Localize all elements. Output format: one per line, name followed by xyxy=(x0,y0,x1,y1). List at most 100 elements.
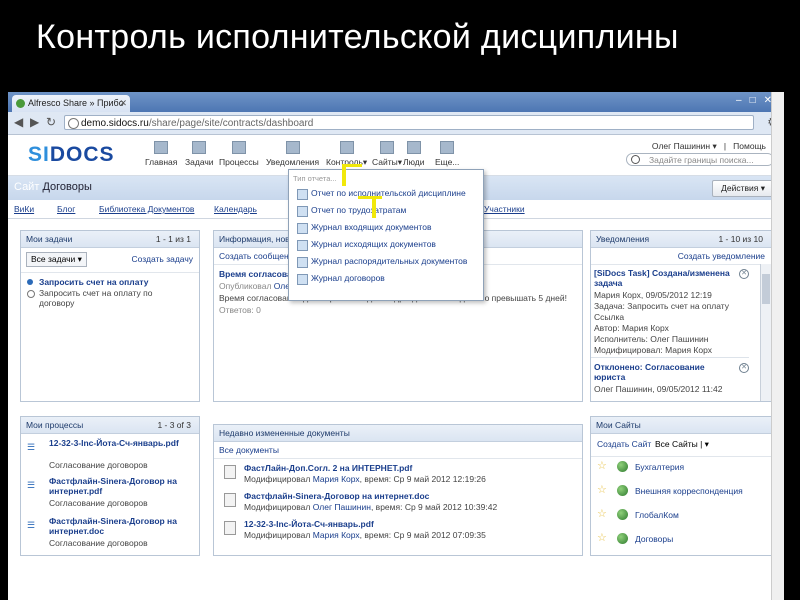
notification-1-meta: Мария Корх, 09/05/2012 12:19 xyxy=(594,290,712,300)
nav-sites[interactable]: Сайты▾ xyxy=(372,141,402,168)
processes-icon xyxy=(231,141,246,154)
url-input[interactable]: demo.sidocs.ru/share/page/site/contracts… xyxy=(64,115,754,130)
notification-1-title[interactable]: [SiDocs Task] Создана/изменена задача xyxy=(594,268,734,288)
notification-1-link[interactable]: Ссылка xyxy=(594,312,624,322)
sites-icon xyxy=(380,141,394,154)
process-icon: ☰ xyxy=(27,520,36,530)
process-link[interactable]: Фастфлайн-Sinera-Договор на интернет.pdf xyxy=(49,476,179,496)
site-link[interactable]: ГлобалКом xyxy=(635,510,679,520)
info-title: Информация, нов xyxy=(219,234,290,244)
notification-1-task: Задача: Запросить счет на оплату xyxy=(594,301,729,311)
home-icon xyxy=(154,141,169,154)
journal-contracts[interactable]: Журнал договоров xyxy=(297,273,385,285)
task-title-link[interactable]: Запросить счет на оплату xyxy=(39,277,149,287)
nav-processes[interactable]: Процессы xyxy=(219,141,259,167)
my-tasks-title: Мои задачи xyxy=(26,234,73,244)
favorite-star-icon[interactable]: ☆ xyxy=(597,459,607,472)
doc-link[interactable]: ФастЛайн-Доп.Согл. 2 на ИНТЕРНЕТ.pdf xyxy=(244,463,412,473)
favorite-star-icon[interactable]: ☆ xyxy=(597,531,607,544)
create-site-link[interactable]: Создать Сайт xyxy=(597,439,651,449)
doc-link[interactable]: Фастфлайн-Sinera-Договор на интернет.doc xyxy=(244,491,429,501)
search-input[interactable]: Задайте границы поиска... xyxy=(626,153,774,166)
my-processes-title: Мои процессы xyxy=(26,420,84,430)
favorite-star-icon[interactable]: ☆ xyxy=(597,483,607,496)
user-links: Олег Пашинин ▾ | Помощь xyxy=(651,141,766,151)
user-link[interactable]: Мария Корх xyxy=(313,474,360,484)
my-sites-title: Мои Сайты xyxy=(596,420,641,430)
reload-icon[interactable]: ↻ xyxy=(46,115,56,129)
my-sites-dashlet: Мои Сайты Создать Сайт Все Сайты | ▾ ☆ Б… xyxy=(590,416,772,556)
back-icon[interactable]: ◀ xyxy=(14,115,23,129)
report-icon xyxy=(297,189,308,200)
site-link[interactable]: Договоры xyxy=(635,534,673,544)
published-label: Опубликовал xyxy=(219,281,272,291)
actions-button[interactable]: Действия ▾ xyxy=(712,180,774,197)
report-icon xyxy=(297,257,308,268)
tab-bar: Alfresco Share » Прибо ✕ –□✕ xyxy=(8,92,784,112)
create-task-link[interactable]: Создать задачу xyxy=(132,254,193,264)
site-globe-icon xyxy=(617,461,628,472)
nav-people[interactable]: Люди xyxy=(403,141,424,167)
report-icon xyxy=(297,240,308,251)
report-labor[interactable]: Отчет по трудозатратам xyxy=(297,205,406,217)
process-link[interactable]: 12-32-3-Inc-Йота-Сч-январь.pdf xyxy=(49,438,189,448)
replies-count: Ответов: 0 xyxy=(219,305,261,315)
create-message-link[interactable]: Создать сообщен xyxy=(214,251,289,261)
site-nav-wiki[interactable]: ВиКи xyxy=(14,204,34,214)
page-scrollbar[interactable] xyxy=(771,92,784,600)
close-icon[interactable]: ✕ xyxy=(739,363,749,373)
process-link[interactable]: Фастфлайн-Sinera-Договор на интернет.doc xyxy=(49,516,179,536)
notification-1-modifier: Модифицировал: Мария Корх xyxy=(594,345,712,355)
journal-outgoing[interactable]: Журнал исходящих документов xyxy=(297,239,436,251)
my-tasks-dashlet: Мои задачи 1 - 1 из 1 Все задачи ▾ Создат… xyxy=(20,230,200,402)
site-link[interactable]: Бухгалтерия xyxy=(635,462,684,472)
user-menu[interactable]: Олег Пашинин xyxy=(652,141,710,151)
user-link[interactable]: Олег Пашинин xyxy=(313,502,371,512)
browser-tab[interactable]: Alfresco Share » Прибо ✕ xyxy=(12,95,130,112)
notifications-scrollbar[interactable] xyxy=(760,264,771,401)
site-globe-icon xyxy=(617,485,628,496)
site-nav-library[interactable]: Библиотека Документов xyxy=(99,204,194,214)
recent-docs-title: Недавно измененные документы xyxy=(219,428,350,438)
document-icon xyxy=(224,465,236,479)
sites-filter[interactable]: Все Сайты | ▾ xyxy=(655,439,709,450)
doc-link[interactable]: 12-32-3-Inc-Йота-Сч-январь.pdf xyxy=(244,519,374,529)
url-path: /share/page/site/contracts/dashboard xyxy=(148,118,314,129)
site-globe-icon xyxy=(617,533,628,544)
sidocs-logo[interactable]: SIDOCS xyxy=(28,143,115,167)
status-icon xyxy=(27,290,35,298)
my-tasks-count: 1 - 1 из 1 xyxy=(155,234,191,244)
site-title: Сайт Договоры xyxy=(14,181,92,193)
nav-more[interactable]: Еще... xyxy=(435,141,459,167)
journal-directive[interactable]: Журнал распорядительных документов xyxy=(297,256,467,268)
close-icon[interactable]: ✕ xyxy=(119,95,127,112)
address-bar: ◀ ▶ ↻ demo.sidocs.ru/share/page/site/con… xyxy=(8,112,784,135)
user-link[interactable]: Мария Корх xyxy=(313,530,360,540)
report-icon xyxy=(297,223,308,234)
tab-title: Alfresco Share » Прибо xyxy=(28,98,124,108)
tasks-filter[interactable]: Все задачи ▾ xyxy=(26,252,87,267)
forward-icon[interactable]: ▶ xyxy=(30,115,39,129)
create-notification-link[interactable]: Создать уведомление xyxy=(678,251,765,261)
document-icon xyxy=(224,493,236,507)
report-icon xyxy=(297,274,308,285)
info-item-title[interactable]: Время согласова xyxy=(219,269,292,279)
notifications-count: 1 - 10 из 10 xyxy=(718,234,763,244)
notification-2-title[interactable]: Отклонено: Согласование юриста xyxy=(594,362,734,382)
site-nav-blog[interactable]: Блог xyxy=(57,204,75,214)
favorite-star-icon[interactable]: ☆ xyxy=(597,507,607,520)
highlight-marker xyxy=(342,164,346,186)
close-icon[interactable]: ✕ xyxy=(739,269,749,279)
site-nav-calendar[interactable]: Календарь xyxy=(214,204,257,214)
journal-incoming[interactable]: Журнал входящих документов xyxy=(297,222,431,234)
site-nav-members[interactable]: Участники xyxy=(484,204,525,214)
priority-icon xyxy=(27,279,33,285)
help-link[interactable]: Помощь xyxy=(733,141,766,151)
nav-home[interactable]: Главная xyxy=(145,141,177,167)
nav-notifications[interactable]: Уведомления xyxy=(266,141,319,167)
site-link[interactable]: Внешняя корреспонденция xyxy=(635,486,743,496)
report-type-menu: Тип отчета... Отчет по исполнительской д… xyxy=(288,169,484,301)
docs-filter[interactable]: Все документы xyxy=(214,445,279,455)
browser-window: Alfresco Share » Прибо ✕ –□✕ ◀ ▶ ↻ demo.… xyxy=(8,92,784,600)
nav-tasks[interactable]: Задачи xyxy=(185,141,214,167)
